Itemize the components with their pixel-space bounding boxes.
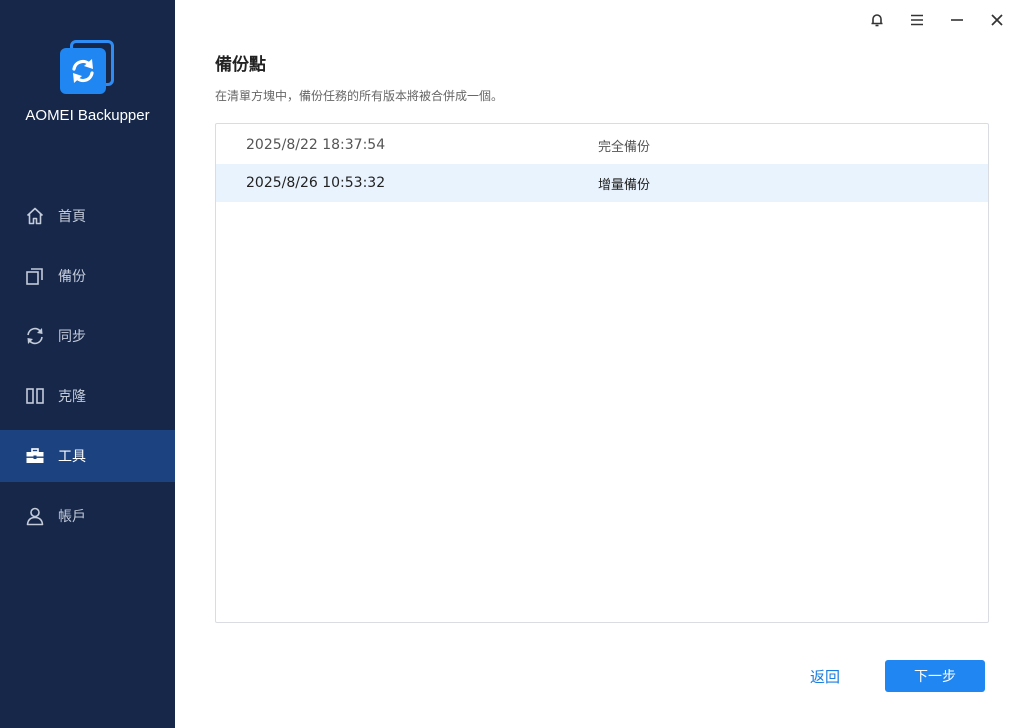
backup-point-type: 增量備份: [598, 177, 651, 193]
minimize-button[interactable]: [937, 8, 977, 32]
backup-point-time: 2025/8/22 18:37:54: [246, 137, 386, 153]
close-icon: [991, 14, 1003, 26]
sidebar-item-label: 帳戶: [58, 509, 86, 525]
home-icon: [24, 205, 46, 227]
sidebar-item-label: 工具: [58, 449, 86, 465]
back-button[interactable]: 返回: [787, 660, 863, 692]
backup-point-list[interactable]: 2025/8/22 18:37:54 完全備份 2025/8/26 10:53:…: [215, 123, 989, 623]
page-title: 備份點: [215, 55, 266, 75]
sidebar-item-sync[interactable]: 同步: [0, 310, 175, 362]
logo-front-square: [60, 48, 106, 94]
sidebar-item-tools[interactable]: 工具: [0, 430, 175, 482]
sidebar-item-account[interactable]: 帳戶: [0, 490, 175, 542]
minimize-icon: [951, 19, 963, 21]
sync-icon: [24, 325, 46, 347]
next-button[interactable]: 下一步: [885, 660, 985, 692]
sidebar-item-home[interactable]: 首頁: [0, 190, 175, 242]
close-button[interactable]: [977, 8, 1017, 32]
sidebar-item-clone[interactable]: 克隆: [0, 370, 175, 422]
bell-icon: [871, 14, 883, 27]
sidebar-nav: 首頁 備份 同步 克隆 工具 帳戶: [0, 190, 175, 550]
menu-icon: [911, 14, 923, 26]
sidebar-item-label: 同步: [58, 329, 86, 345]
backup-point-time: 2025/8/26 10:53:32: [246, 175, 386, 191]
app-window: AOMEI Backupper 首頁 備份 同步 克隆 工具 帳戶 備份點 在清…: [0, 0, 1025, 728]
app-name: AOMEI Backupper: [25, 107, 150, 124]
sidebar-item-label: 首頁: [58, 209, 86, 225]
titlebar-controls: [857, 8, 1017, 32]
sidebar-item-label: 備份: [58, 269, 86, 285]
main-panel: 備份點 在清單方塊中，備份任務的所有版本將被合併成一個。 2025/8/22 1…: [175, 0, 1025, 728]
backup-point-type: 完全備份: [598, 139, 651, 155]
user-icon: [24, 505, 46, 527]
toolbox-icon: [24, 445, 46, 467]
backup-point-row[interactable]: 2025/8/22 18:37:54 完全備份: [216, 126, 988, 164]
clone-icon: [24, 385, 46, 407]
app-logo: [58, 38, 118, 98]
page-description: 在清單方塊中，備份任務的所有版本將被合併成一個。: [215, 89, 504, 103]
sidebar-item-backup[interactable]: 備份: [0, 250, 175, 302]
logo-sync-icon: [72, 59, 94, 83]
notifications-button[interactable]: [857, 8, 897, 32]
menu-button[interactable]: [897, 8, 937, 32]
backup-point-row-selected[interactable]: 2025/8/26 10:53:32 增量備份: [216, 164, 988, 202]
sidebar: AOMEI Backupper 首頁 備份 同步 克隆 工具 帳戶: [0, 0, 175, 728]
backup-icon: [24, 265, 46, 287]
sidebar-item-label: 克隆: [58, 389, 86, 405]
